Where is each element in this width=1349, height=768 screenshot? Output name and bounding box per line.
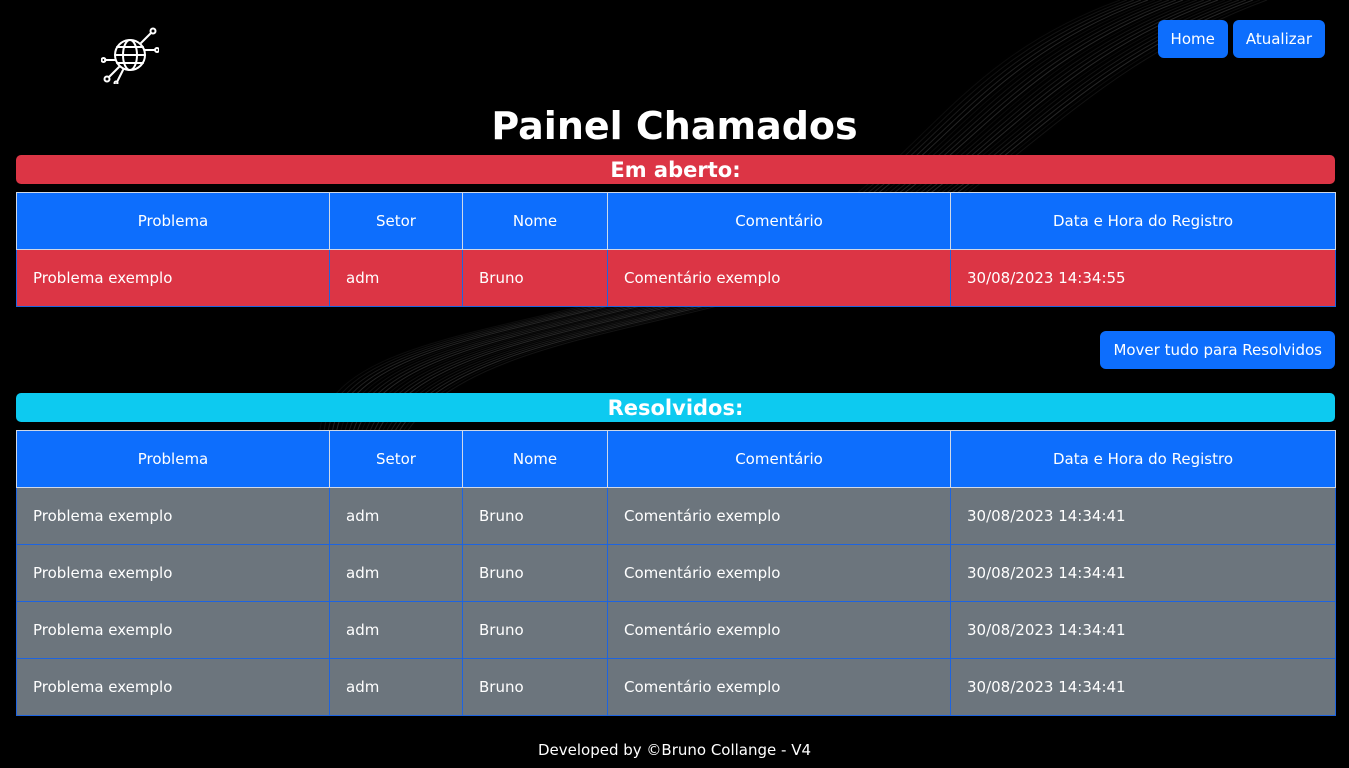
move-all-to-resolved-button[interactable]: Mover tudo para Resolvidos <box>1100 331 1335 369</box>
column-header-problema: Problema <box>16 192 330 250</box>
cell-problema: Problema exemplo <box>16 249 330 307</box>
table-row[interactable]: Problema exemplo adm Bruno Comentário ex… <box>16 487 1336 545</box>
home-button[interactable]: Home <box>1157 20 1228 58</box>
cell-problema: Problema exemplo <box>16 601 330 659</box>
footer-credit: Developed by ©Bruno Collange - V4 <box>537 741 812 759</box>
cell-data-hora: 30/08/2023 14:34:55 <box>950 249 1336 307</box>
table-header-row: Problema Setor Nome Comentário Data e Ho… <box>16 430 1336 488</box>
cell-comentario: Comentário exemplo <box>607 658 951 716</box>
cell-setor: adm <box>329 658 463 716</box>
column-header-comentario: Comentário <box>607 192 951 250</box>
cell-nome: Bruno <box>462 249 608 307</box>
open-section-heading: Em aberto: <box>16 155 1335 184</box>
resolved-section-heading: Resolvidos: <box>16 393 1335 422</box>
cell-comentario: Comentário exemplo <box>607 487 951 545</box>
cell-data-hora: 30/08/2023 14:34:41 <box>950 544 1336 602</box>
column-header-data-hora: Data e Hora do Registro <box>950 192 1336 250</box>
cell-nome: Bruno <box>462 544 608 602</box>
table-header-row: Problema Setor Nome Comentário Data e Ho… <box>16 192 1336 250</box>
refresh-button[interactable]: Atualizar <box>1232 20 1325 58</box>
resolved-tickets-table: Problema Setor Nome Comentário Data e Ho… <box>16 430 1336 716</box>
open-tickets-table: Problema Setor Nome Comentário Data e Ho… <box>16 192 1336 307</box>
table-row[interactable]: Problema exemplo adm Bruno Comentário ex… <box>16 249 1336 307</box>
column-header-setor: Setor <box>329 192 463 250</box>
page-title: Painel Chamados <box>491 104 858 148</box>
cell-nome: Bruno <box>462 658 608 716</box>
cell-problema: Problema exemplo <box>16 544 330 602</box>
cell-comentario: Comentário exemplo <box>607 249 951 307</box>
table-row[interactable]: Problema exemplo adm Bruno Comentário ex… <box>16 544 1336 602</box>
column-header-comentario: Comentário <box>607 430 951 488</box>
column-header-problema: Problema <box>16 430 330 488</box>
cell-problema: Problema exemplo <box>16 487 330 545</box>
column-header-setor: Setor <box>329 430 463 488</box>
cell-setor: adm <box>329 601 463 659</box>
table-row[interactable]: Problema exemplo adm Bruno Comentário ex… <box>16 658 1336 716</box>
globe-circuit-icon <box>100 26 160 86</box>
cell-comentario: Comentário exemplo <box>607 601 951 659</box>
cell-problema: Problema exemplo <box>16 658 330 716</box>
top-nav: Home Atualizar <box>1157 20 1325 58</box>
cell-nome: Bruno <box>462 601 608 659</box>
cell-setor: adm <box>329 544 463 602</box>
cell-data-hora: 30/08/2023 14:34:41 <box>950 487 1336 545</box>
table-row[interactable]: Problema exemplo adm Bruno Comentário ex… <box>16 601 1336 659</box>
cell-setor: adm <box>329 487 463 545</box>
cell-data-hora: 30/08/2023 14:34:41 <box>950 601 1336 659</box>
column-header-nome: Nome <box>462 430 608 488</box>
cell-nome: Bruno <box>462 487 608 545</box>
cell-setor: adm <box>329 249 463 307</box>
column-header-nome: Nome <box>462 192 608 250</box>
cell-comentario: Comentário exemplo <box>607 544 951 602</box>
column-header-data-hora: Data e Hora do Registro <box>950 430 1336 488</box>
cell-data-hora: 30/08/2023 14:34:41 <box>950 658 1336 716</box>
